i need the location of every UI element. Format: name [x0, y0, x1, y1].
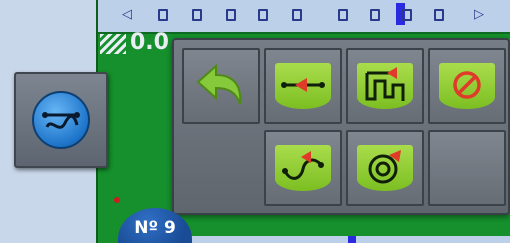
lightbar-segment [402, 9, 412, 21]
a-plus-curve-icon [275, 145, 331, 191]
back-button[interactable] [182, 48, 260, 124]
path-guidance-icon [32, 91, 90, 149]
lightbar-segment [338, 9, 348, 21]
adaptive-curve-icon [357, 63, 413, 109]
lightbar-left-arrow-icon: ◁ [122, 7, 132, 22]
lightbar-segment [292, 9, 302, 21]
bottom-lightbar [190, 236, 510, 243]
vehicle-marker-icon [114, 197, 120, 203]
lightbar-segment [370, 9, 380, 21]
guidance-off-button[interactable] [428, 48, 506, 124]
empty-slot [182, 130, 260, 206]
lightbar-segment [226, 9, 236, 21]
cross-track-value: 0.0 [130, 30, 169, 55]
hatch-icon [100, 34, 126, 54]
back-arrow-icon [196, 63, 242, 105]
lightbar-segment [192, 9, 202, 21]
straight-ab-line-icon [275, 63, 331, 109]
lightbar-segment [158, 9, 168, 21]
empty-tile [428, 130, 506, 206]
lightbar: ◁ ▷ [98, 0, 510, 34]
guidance-off-icon [439, 63, 495, 109]
adaptive-curve-button[interactable] [346, 48, 424, 124]
circle-pivot-icon [357, 145, 413, 191]
badge-label: Nº 9 [134, 218, 176, 238]
lightbar-segment [434, 9, 444, 21]
circle-pivot-button[interactable] [346, 130, 424, 206]
a-plus-curve-button[interactable] [264, 130, 342, 206]
lightbar-segment [258, 9, 268, 21]
guidance-pattern-panel [172, 38, 510, 215]
straight-ab-button[interactable] [264, 48, 342, 124]
guidance-mode-button[interactable] [14, 72, 108, 168]
bottom-lightbar-indicator [348, 236, 356, 243]
lightbar-right-arrow-icon: ▷ [474, 7, 484, 22]
